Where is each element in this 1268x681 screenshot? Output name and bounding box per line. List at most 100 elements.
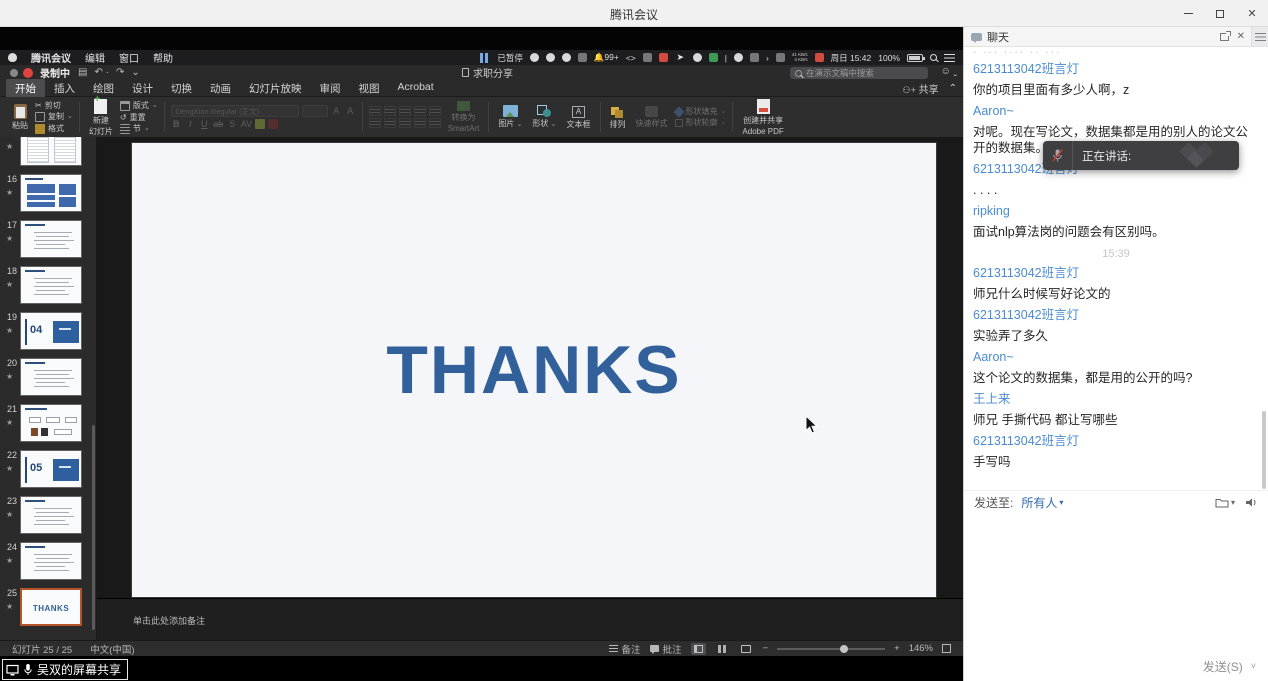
battery-icon[interactable] — [907, 54, 923, 62]
ppt-tab-视图[interactable]: 视图 — [350, 79, 389, 98]
collapse-ribbon-icon[interactable]: ⌃ — [949, 83, 957, 94]
send-options-caret-icon[interactable]: ˅ — [1251, 661, 1256, 671]
redo-icon[interactable]: ↷ — [116, 67, 124, 78]
arrange-button[interactable]: 排列 — [607, 106, 629, 129]
slide-thumbnail-22[interactable]: 05 — [20, 450, 82, 488]
thumbnail-scrollbar[interactable] — [92, 425, 95, 630]
ppt-tab-幻灯片放映[interactable]: 幻灯片放映 — [240, 79, 311, 98]
grow-font-button[interactable]: A — [331, 107, 342, 116]
chat-sender-name[interactable]: 王上来 — [973, 392, 1259, 407]
notes-placeholder[interactable]: 单击此处添加备注 — [133, 614, 205, 627]
mac-menu-item[interactable]: 窗口 — [119, 50, 139, 65]
slide-title-text[interactable]: THANKS — [386, 331, 681, 409]
zoom-slider-handle[interactable] — [840, 645, 848, 653]
chat-sender-name[interactable]: 6213113042班言灯 — [973, 434, 1259, 449]
do-not-disturb-icon[interactable] — [530, 53, 539, 62]
zoom-in-button[interactable]: + — [894, 643, 900, 654]
app-switcher-icon[interactable] — [480, 53, 490, 63]
smartart-button[interactable]: 转换为SmartArt — [445, 101, 483, 133]
slide-thumbnail-21[interactable] — [20, 404, 82, 442]
paper-plane-icon[interactable]: ➤ — [675, 52, 686, 63]
compass-icon[interactable] — [546, 53, 555, 62]
spacing-button[interactable]: AV — [241, 120, 252, 129]
chat-sender-name[interactable]: Aaron~ — [973, 350, 1259, 365]
font-size-box[interactable] — [302, 105, 328, 117]
numbering-button[interactable] — [384, 106, 396, 116]
notes-toggle[interactable]: 备注 — [609, 642, 641, 656]
calendar-icon[interactable] — [815, 53, 824, 62]
bullets-button[interactable] — [369, 106, 381, 116]
chat-sender-name[interactable]: 6213113042班言灯 — [973, 266, 1259, 281]
slide-thumbnail-15[interactable] — [20, 137, 82, 166]
ppt-tab-设计[interactable]: 设计 — [123, 79, 162, 98]
chat-sender-name[interactable]: Aaron~ — [973, 104, 1259, 119]
save-icon[interactable]: ▤ — [78, 67, 87, 78]
comments-toggle[interactable]: 批注 — [650, 642, 682, 656]
normal-view-button[interactable] — [691, 643, 706, 655]
zoom-level[interactable]: 146% — [909, 643, 933, 654]
shadow-button[interactable]: S — [227, 120, 238, 129]
send-target-selector[interactable]: 所有人 — [1021, 494, 1057, 511]
notes-pane[interactable]: 单击此处添加备注 — [97, 598, 963, 640]
slideshow-button[interactable] — [739, 643, 754, 655]
format-painter-button[interactable]: 格式 — [35, 124, 73, 134]
layout-button[interactable]: 版式 ⌄ — [120, 101, 158, 111]
chat-input[interactable] — [964, 513, 1268, 651]
display-icon[interactable] — [578, 53, 587, 62]
paste-button[interactable]: 粘贴 — [9, 104, 31, 130]
shrink-font-button[interactable]: A — [345, 107, 356, 116]
mac-menu-item[interactable]: 编辑 — [85, 50, 105, 65]
strikethrough-button[interactable]: ab — [213, 120, 224, 129]
copy-button[interactable]: 复制 ⌄ — [35, 112, 73, 122]
section-button[interactable]: 节 ⌄ — [120, 124, 158, 134]
maximize-button[interactable] — [1204, 0, 1236, 27]
share-button[interactable]: ⚇+ 共享 — [903, 81, 939, 96]
zoom-out-button[interactable]: − — [763, 643, 769, 654]
apple-logo-icon[interactable] — [8, 53, 17, 62]
chat-sender-name[interactable]: ripking — [973, 204, 1259, 219]
font-name-box[interactable]: DengXian Regular (正文) — [171, 105, 299, 117]
chat-message-list[interactable]: · ··· ···· ·· ···6213113042班言灯你的项目里面有多少人… — [964, 47, 1268, 490]
screen-share-badge[interactable]: 吴双的屏幕共享 — [2, 659, 128, 680]
send-button[interactable]: 发送(S) — [1203, 658, 1243, 675]
current-slide[interactable]: THANKS — [132, 143, 936, 597]
chevron-right-icon[interactable]: › — [766, 53, 769, 63]
justify-button[interactable] — [414, 118, 426, 128]
dollar-icon[interactable] — [709, 53, 718, 62]
shape-outline-button[interactable]: 形状轮廓 ⌄ — [675, 118, 727, 127]
mac-menu-item[interactable]: 腾讯会议 — [31, 50, 71, 65]
adobe-pdf-button[interactable]: 创建并共享Adobe PDF — [739, 99, 786, 136]
feedback-smiley-icon[interactable]: ☺ ˬ — [941, 66, 957, 77]
shapes-button[interactable]: 形状 ⌄ — [529, 105, 559, 129]
slide-thumbnail-24[interactable] — [20, 542, 82, 580]
indent-increase-button[interactable] — [414, 106, 426, 116]
slide-thumbnail-25[interactable]: THANKS — [20, 588, 82, 626]
chat-close-icon[interactable]: ✕ — [1237, 32, 1245, 42]
ppt-tab-切换[interactable]: 切换 — [162, 79, 201, 98]
presentation-search-input[interactable]: 在演示文稿中搜索 — [790, 67, 928, 79]
mac-menu-item[interactable]: 帮助 — [153, 50, 173, 65]
slide-sorter-button[interactable] — [715, 643, 730, 655]
underline-button[interactable]: U — [199, 120, 210, 129]
align-right-button[interactable] — [399, 118, 411, 128]
ppt-tab-Acrobat[interactable]: Acrobat — [389, 79, 443, 98]
indent-decrease-button[interactable] — [399, 106, 411, 116]
chat-sender-name[interactable]: 6213113042班言灯 — [973, 62, 1259, 77]
chat-folder-button[interactable]: ▾ — [1215, 497, 1235, 508]
minimize-button[interactable] — [1172, 0, 1204, 27]
slide-thumbnail-23[interactable] — [20, 496, 82, 534]
s-app-icon[interactable] — [643, 53, 652, 62]
bold-button[interactable]: B — [171, 120, 182, 129]
chat-sender-name[interactable]: 6213113042班言灯 — [973, 308, 1259, 323]
quick-styles-button[interactable]: 快速样式 — [633, 106, 671, 128]
slide-thumbnail-17[interactable] — [20, 220, 82, 258]
bell-badge[interactable]: 🔔99+ — [594, 52, 619, 63]
align-center-button[interactable] — [384, 118, 396, 128]
ppt-tab-动画[interactable]: 动画 — [201, 79, 240, 98]
cut-button[interactable]: ✂ 剪切 — [35, 101, 73, 110]
textbox-button[interactable]: A文本框 — [564, 106, 594, 129]
slide-thumbnail-20[interactable] — [20, 358, 82, 396]
spotlight-icon[interactable] — [930, 54, 937, 61]
mail-icon[interactable] — [659, 53, 668, 62]
popout-icon[interactable] — [1220, 33, 1229, 41]
